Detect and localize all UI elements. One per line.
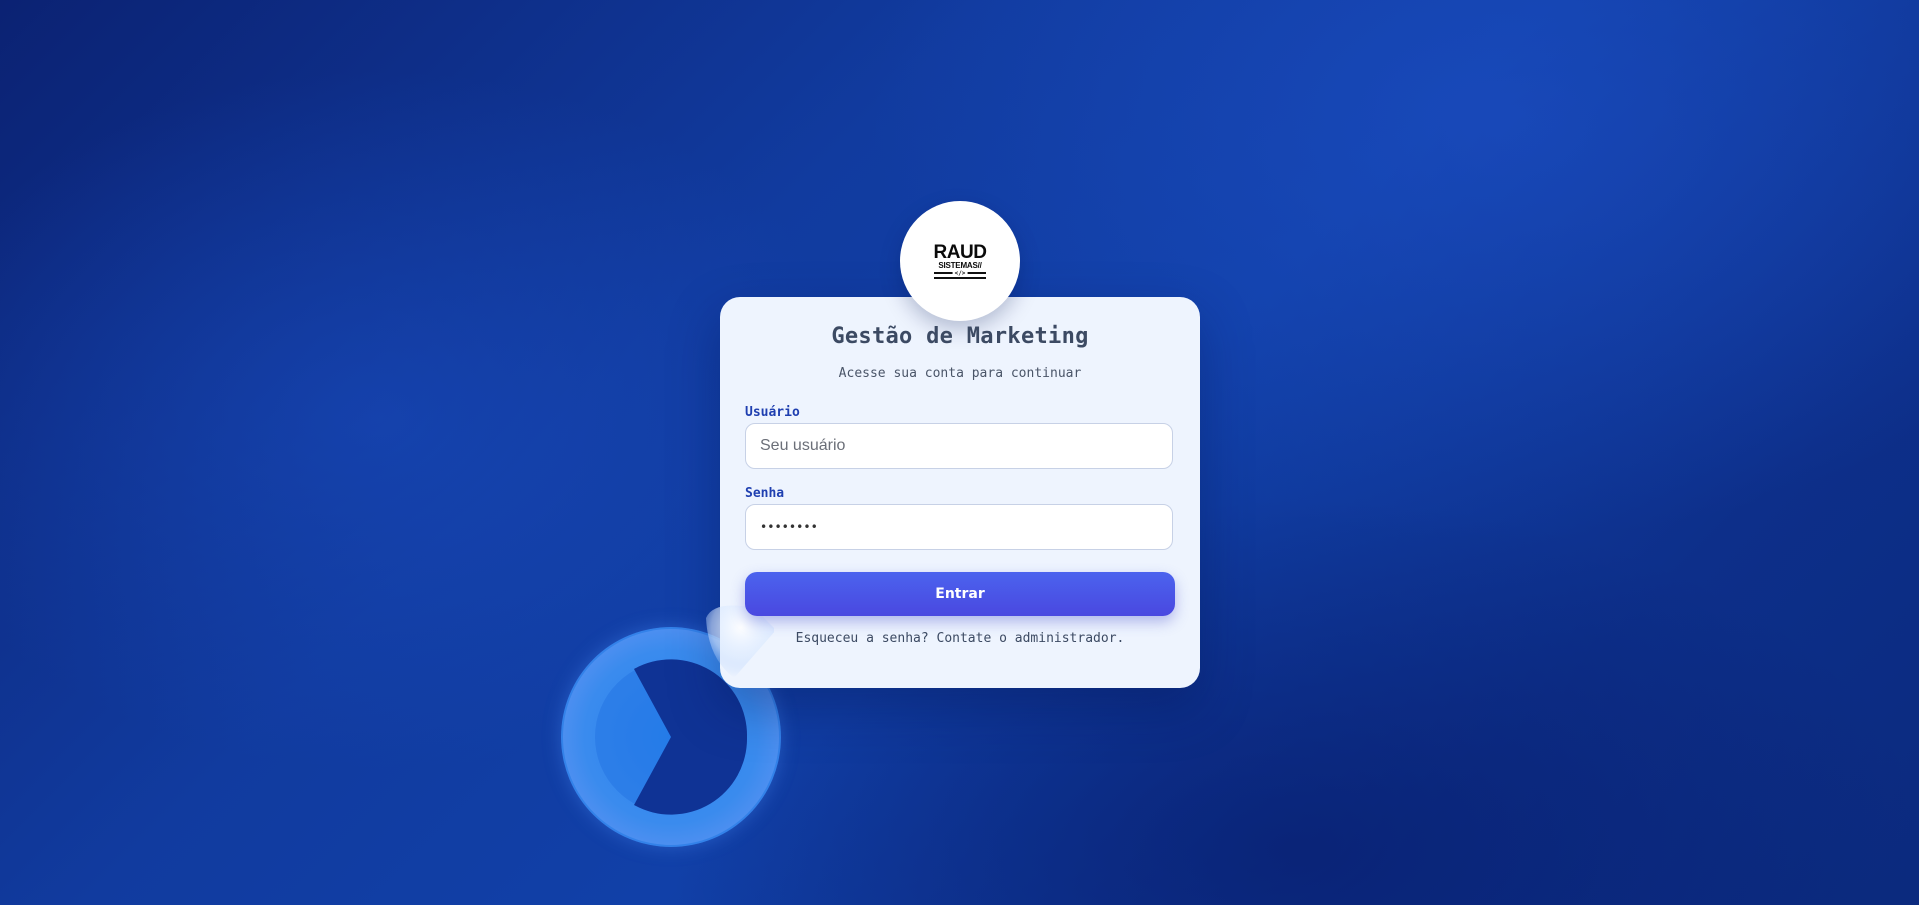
logo-underline: </> — [934, 269, 986, 279]
code-icon: </> — [952, 269, 968, 278]
logo-subtitle: SISTEMAS// — [938, 260, 982, 270]
username-input[interactable] — [760, 437, 1158, 455]
login-card — [720, 297, 1200, 688]
page-subtitle: Acesse sua conta para continuar — [838, 366, 1082, 381]
page-title: Gestão de Marketing — [831, 324, 1089, 349]
username-field[interactable] — [745, 423, 1173, 469]
forgot-password-text: Esqueceu a senha? Contate o administrado… — [795, 631, 1125, 646]
password-field[interactable]: •••••••• — [745, 504, 1173, 550]
username-label: Usuário — [745, 405, 800, 420]
password-input[interactable]: •••••••• — [760, 520, 818, 534]
password-label: Senha — [745, 486, 785, 501]
login-button[interactable]: Entrar — [745, 572, 1175, 616]
logo-wordmark: RAUD — [933, 241, 987, 263]
brand-logo: RAUD SISTEMAS// </> — [900, 201, 1020, 321]
